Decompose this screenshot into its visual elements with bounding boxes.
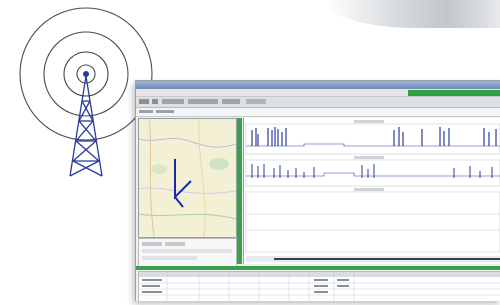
time-scrollbar[interactable] bbox=[274, 258, 500, 260]
map-canvas[interactable] bbox=[139, 119, 236, 237]
splitter[interactable] bbox=[237, 118, 242, 264]
plot-title-3 bbox=[354, 188, 384, 191]
map-panel[interactable] bbox=[138, 118, 237, 238]
sub-toolbar-item[interactable] bbox=[156, 110, 174, 113]
map-control-button[interactable] bbox=[142, 242, 162, 246]
map-info-field bbox=[142, 256, 197, 260]
plot-title-2 bbox=[354, 156, 384, 159]
toolbar-field[interactable] bbox=[162, 99, 184, 104]
data-table bbox=[138, 271, 500, 301]
bottom-splitter[interactable] bbox=[136, 266, 500, 270]
table-grid bbox=[139, 272, 500, 301]
plots-panel bbox=[243, 118, 500, 264]
toolbar-field[interactable] bbox=[222, 99, 240, 104]
sub-toolbar bbox=[136, 108, 500, 117]
toolbar-field[interactable] bbox=[188, 99, 218, 104]
background-swoosh bbox=[325, 0, 500, 28]
map-controls bbox=[138, 238, 237, 267]
map-control-button[interactable] bbox=[165, 242, 185, 246]
sub-toolbar-item[interactable] bbox=[139, 110, 153, 113]
toolbar-button[interactable] bbox=[139, 99, 149, 104]
window-titlebar bbox=[136, 81, 500, 89]
toolbar-button[interactable] bbox=[152, 99, 158, 104]
app-window bbox=[135, 80, 500, 301]
toolbar bbox=[136, 97, 500, 108]
connection-status-bar bbox=[408, 90, 500, 96]
map-info-field bbox=[142, 249, 232, 253]
plot-title-1 bbox=[354, 120, 384, 123]
toolbar-field[interactable] bbox=[246, 99, 266, 104]
signal-plots bbox=[244, 118, 500, 264]
